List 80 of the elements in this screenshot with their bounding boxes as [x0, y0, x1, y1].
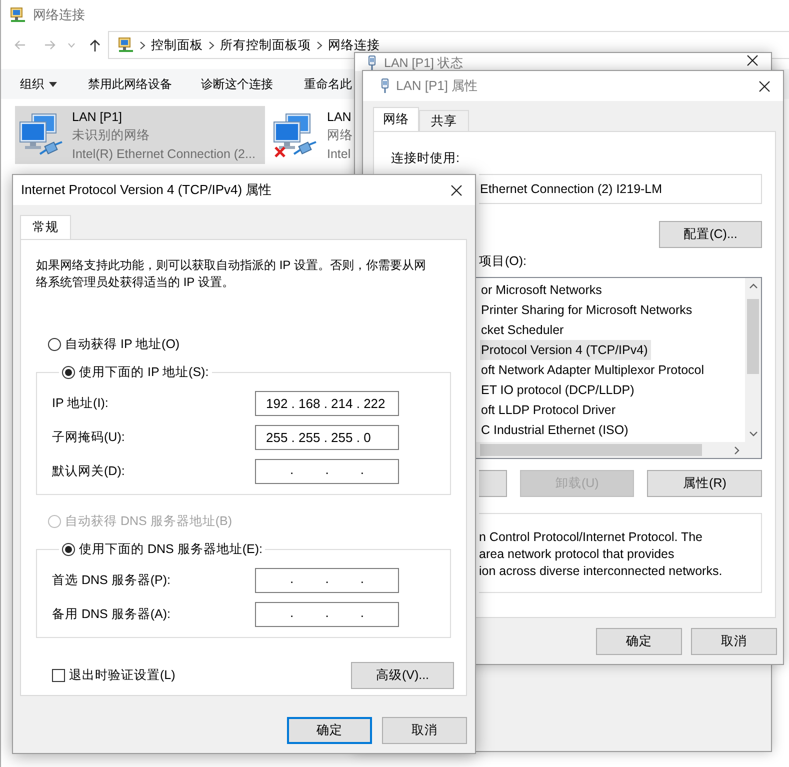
toolbar-button[interactable]: 禁用此网络设备	[88, 76, 172, 92]
description-text: ion across diverse interconnected networks.	[479, 563, 724, 580]
field-label: IP 地址(I):	[52, 395, 110, 412]
radio-button[interactable]	[48, 338, 61, 350]
radio-label: 自动获得 IP 地址(O)	[65, 336, 180, 352]
tab[interactable]: 常规	[20, 215, 71, 239]
connection-name: LAN	[327, 110, 352, 124]
scroll-down-icon[interactable]	[748, 429, 758, 438]
breadcrumb-item[interactable]: 网络连接	[328, 36, 380, 54]
caret-icon	[49, 82, 57, 86]
configure-button[interactable]: 配置(C)...	[659, 221, 762, 248]
ok-button[interactable]: 确定	[287, 717, 372, 744]
ok-button[interactable]: 确定	[596, 628, 682, 655]
list-item[interactable]: Printer Sharing for Microsoft Networks	[480, 300, 696, 320]
ip-address-field[interactable]: . . .	[255, 602, 399, 627]
list-item[interactable]: ET IO protocol (DCP/LLDP)	[480, 380, 638, 400]
window-title: 网络连接	[33, 6, 85, 24]
chevron-right-icon	[208, 40, 215, 50]
field-label: 子网掩码(U):	[52, 429, 126, 446]
checkbox[interactable]	[52, 669, 65, 682]
cancel-button[interactable]: 取消	[382, 717, 467, 744]
advanced-button[interactable]: 高级(V)...	[351, 662, 454, 689]
ip-address-field[interactable]: . . .	[255, 459, 399, 484]
breadcrumb-item[interactable]: 所有控制面板项	[220, 36, 311, 54]
connection-item[interactable]: LAN [P1] 未识别的网络 Intel(R) Ethernet Connection (2...	[15, 106, 265, 164]
radio-label: 使用下面的 IP 地址(S):	[79, 364, 209, 380]
scroll-right-icon[interactable]	[732, 446, 741, 454]
ip-address-field[interactable]: 192 . 168 . 214 . 222	[255, 391, 399, 416]
adapter-name: Intel	[327, 146, 352, 160]
list-item[interactable]: Protocol Version 4 (TCP/IPv4)	[480, 340, 651, 360]
properties-button[interactable]: 属性(R)	[647, 470, 762, 497]
list-item[interactable]: oft LLDP Protocol Driver	[480, 400, 619, 420]
close-icon[interactable]	[747, 55, 758, 66]
connection-status: 网络	[327, 126, 353, 144]
field-label: 备用 DNS 服务器(A):	[52, 606, 172, 623]
radio-button[interactable]	[62, 366, 75, 378]
network-folder-icon	[118, 37, 134, 53]
ip-address-field[interactable]: . . .	[255, 568, 399, 593]
checkbox-label: 退出时验证设置(L)	[69, 667, 176, 684]
window-title: LAN [P1] 属性	[396, 77, 479, 95]
field-label: 默认网关(D):	[52, 463, 126, 480]
chevron-right-icon	[316, 40, 323, 50]
scroll-up-icon[interactable]	[748, 282, 758, 291]
list-label: 项目(O):	[479, 253, 527, 269]
up-arrow-icon[interactable]	[89, 38, 101, 52]
description-text: n Control Protocol/Internet Protocol. The	[479, 529, 704, 546]
radio-label: 自动获得 DNS 服务器地址(B)	[65, 512, 232, 530]
connection-name: LAN [P1]	[72, 110, 124, 124]
network-folder-icon	[10, 7, 26, 23]
cancel-button[interactable]: 取消	[691, 628, 777, 655]
close-icon[interactable]	[451, 184, 462, 196]
menu-button[interactable]: 组织	[20, 76, 57, 92]
list-item[interactable]: or Microsoft Networks	[480, 280, 605, 300]
toolbar-button[interactable]: 重命名此	[304, 76, 352, 92]
scrollbar-thumb[interactable]	[747, 299, 759, 374]
adapter-name: Intel(R) Ethernet Connection (2...	[72, 146, 256, 160]
field-label: 首选 DNS 服务器(P):	[52, 572, 172, 589]
network-adapter-icon	[380, 78, 390, 94]
tab[interactable]: 网络	[373, 107, 419, 131]
toolbar-button[interactable]: 诊断这个连接	[201, 76, 273, 92]
ip-address-field[interactable]: 255 . 255 . 255 . 0	[255, 425, 399, 450]
description-text: area network protocol that provides	[479, 546, 676, 563]
intro-text: 如果网络支持此功能，则可以获取自动指派的 IP 设置。否则，你需要从网络系统管理员处获得适当的 IP 设置。	[36, 257, 427, 291]
radio-label: 使用下面的 DNS 服务器地址(E):	[79, 540, 262, 558]
tab[interactable]: 共享	[419, 110, 469, 131]
window-title: LAN [P1] 状态	[384, 55, 464, 72]
window-title: Internet Protocol Version 4 (TCP/IPv4) 属性	[21, 181, 273, 199]
error-x-icon	[274, 146, 286, 158]
list-item[interactable]: C Industrial Ethernet (ISO)	[480, 420, 632, 440]
connection-item[interactable]: LAN 网络 Intel	[272, 106, 353, 164]
breadcrumb-item[interactable]: 控制面板	[151, 36, 203, 54]
list-item[interactable]: cket Scheduler	[480, 320, 567, 340]
list-item[interactable]: oft Network Adapter Multiplexor Protocol	[480, 360, 708, 380]
chevron-right-icon	[139, 40, 146, 50]
radio-button[interactable]	[62, 542, 75, 556]
scrollbar-thumb[interactable]	[480, 444, 702, 456]
adapter-field: Ethernet Connection (2) I219-LM	[479, 174, 762, 204]
connection-status: 未识别的网络	[72, 126, 151, 144]
close-icon[interactable]	[759, 80, 770, 92]
field-label: 连接时使用:	[391, 150, 460, 166]
